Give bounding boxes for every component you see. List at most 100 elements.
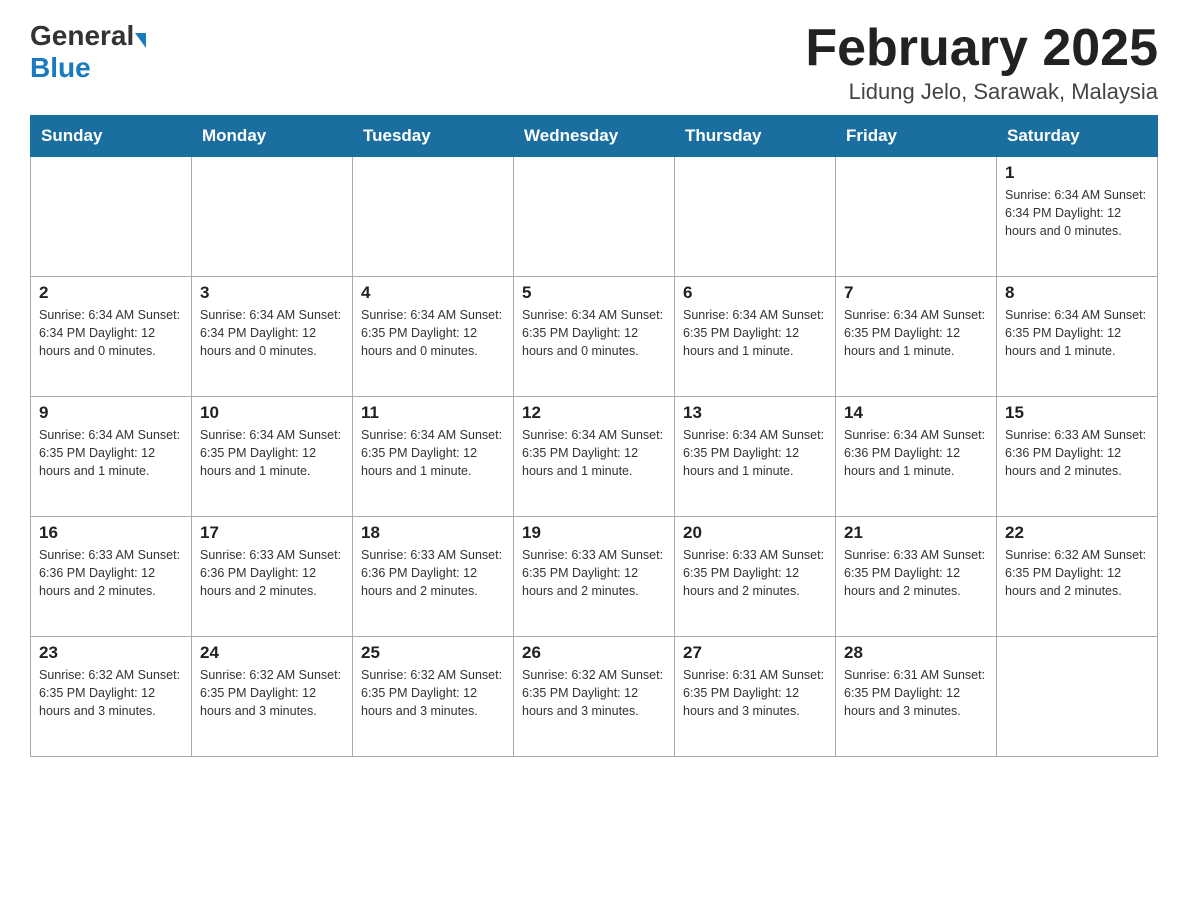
day-number: 1 (1005, 163, 1149, 183)
day-number: 13 (683, 403, 827, 423)
day-info: Sunrise: 6:31 AM Sunset: 6:35 PM Dayligh… (844, 666, 988, 720)
calendar-cell: 7 Sunrise: 6:34 AM Sunset: 6:35 PM Daylig… (836, 277, 997, 397)
weekday-header-friday: Friday (836, 116, 997, 157)
day-number: 16 (39, 523, 183, 543)
day-number: 2 (39, 283, 183, 303)
calendar-cell: 13 Sunrise: 6:34 AM Sunset: 6:35 PM Dayli… (675, 397, 836, 517)
day-info: Sunrise: 6:33 AM Sunset: 6:36 PM Dayligh… (200, 546, 344, 600)
day-number: 21 (844, 523, 988, 543)
calendar-cell (192, 157, 353, 277)
calendar-cell: 12 Sunrise: 6:34 AM Sunset: 6:35 PM Dayli… (514, 397, 675, 517)
calendar-cell (675, 157, 836, 277)
day-number: 17 (200, 523, 344, 543)
day-info: Sunrise: 6:34 AM Sunset: 6:35 PM Dayligh… (361, 426, 505, 480)
day-info: Sunrise: 6:31 AM Sunset: 6:35 PM Dayligh… (683, 666, 827, 720)
day-info: Sunrise: 6:33 AM Sunset: 6:35 PM Dayligh… (844, 546, 988, 600)
day-number: 6 (683, 283, 827, 303)
calendar-cell: 22 Sunrise: 6:32 AM Sunset: 6:35 PM Dayli… (997, 517, 1158, 637)
calendar-cell: 8 Sunrise: 6:34 AM Sunset: 6:35 PM Daylig… (997, 277, 1158, 397)
day-info: Sunrise: 6:32 AM Sunset: 6:35 PM Dayligh… (1005, 546, 1149, 600)
day-number: 4 (361, 283, 505, 303)
day-info: Sunrise: 6:34 AM Sunset: 6:35 PM Dayligh… (1005, 306, 1149, 360)
calendar-cell: 27 Sunrise: 6:31 AM Sunset: 6:35 PM Dayli… (675, 637, 836, 757)
day-info: Sunrise: 6:33 AM Sunset: 6:36 PM Dayligh… (39, 546, 183, 600)
weekday-header-thursday: Thursday (675, 116, 836, 157)
calendar-title: February 2025 (805, 20, 1158, 77)
day-number: 12 (522, 403, 666, 423)
day-info: Sunrise: 6:34 AM Sunset: 6:35 PM Dayligh… (683, 306, 827, 360)
calendar-cell: 25 Sunrise: 6:32 AM Sunset: 6:35 PM Dayli… (353, 637, 514, 757)
logo: General Blue (30, 20, 146, 84)
calendar-cell: 14 Sunrise: 6:34 AM Sunset: 6:36 PM Dayli… (836, 397, 997, 517)
day-info: Sunrise: 6:34 AM Sunset: 6:36 PM Dayligh… (844, 426, 988, 480)
day-info: Sunrise: 6:34 AM Sunset: 6:34 PM Dayligh… (39, 306, 183, 360)
day-info: Sunrise: 6:32 AM Sunset: 6:35 PM Dayligh… (39, 666, 183, 720)
weekday-header-row: SundayMondayTuesdayWednesdayThursdayFrid… (31, 116, 1158, 157)
weekday-header-saturday: Saturday (997, 116, 1158, 157)
day-number: 22 (1005, 523, 1149, 543)
day-number: 25 (361, 643, 505, 663)
day-number: 8 (1005, 283, 1149, 303)
calendar-week-row: 16 Sunrise: 6:33 AM Sunset: 6:36 PM Dayli… (31, 517, 1158, 637)
calendar-cell (836, 157, 997, 277)
weekday-header-monday: Monday (192, 116, 353, 157)
day-info: Sunrise: 6:34 AM Sunset: 6:35 PM Dayligh… (361, 306, 505, 360)
calendar-cell: 18Sunrise: 6:33 AM Sunset: 6:36 PM Dayli… (353, 517, 514, 637)
day-number: 27 (683, 643, 827, 663)
calendar-cell: 5 Sunrise: 6:34 AM Sunset: 6:35 PM Daylig… (514, 277, 675, 397)
calendar-cell: 21 Sunrise: 6:33 AM Sunset: 6:35 PM Dayli… (836, 517, 997, 637)
day-number: 9 (39, 403, 183, 423)
day-info: Sunrise: 6:34 AM Sunset: 6:35 PM Dayligh… (39, 426, 183, 480)
day-info: Sunrise: 6:33 AM Sunset: 6:35 PM Dayligh… (522, 546, 666, 600)
title-block: February 2025 Lidung Jelo, Sarawak, Mala… (805, 20, 1158, 105)
calendar-week-row: 23 Sunrise: 6:32 AM Sunset: 6:35 PM Dayli… (31, 637, 1158, 757)
day-info: Sunrise: 6:34 AM Sunset: 6:34 PM Dayligh… (1005, 186, 1149, 240)
calendar-cell (514, 157, 675, 277)
day-number: 11 (361, 403, 505, 423)
day-info: Sunrise: 6:33 AM Sunset: 6:35 PM Dayligh… (683, 546, 827, 600)
day-info: Sunrise: 6:34 AM Sunset: 6:35 PM Dayligh… (683, 426, 827, 480)
day-number: 28 (844, 643, 988, 663)
day-info: Sunrise: 6:32 AM Sunset: 6:35 PM Dayligh… (361, 666, 505, 720)
calendar-cell: 9 Sunrise: 6:34 AM Sunset: 6:35 PM Daylig… (31, 397, 192, 517)
day-number: 15 (1005, 403, 1149, 423)
calendar-week-row: 9 Sunrise: 6:34 AM Sunset: 6:35 PM Daylig… (31, 397, 1158, 517)
calendar-cell (353, 157, 514, 277)
day-info: Sunrise: 6:34 AM Sunset: 6:35 PM Dayligh… (200, 426, 344, 480)
calendar-cell: 3 Sunrise: 6:34 AM Sunset: 6:34 PM Daylig… (192, 277, 353, 397)
calendar-cell: 6 Sunrise: 6:34 AM Sunset: 6:35 PM Daylig… (675, 277, 836, 397)
calendar-cell (997, 637, 1158, 757)
day-number: 5 (522, 283, 666, 303)
day-info: Sunrise: 6:34 AM Sunset: 6:34 PM Dayligh… (200, 306, 344, 360)
calendar-cell: 20 Sunrise: 6:33 AM Sunset: 6:35 PM Dayli… (675, 517, 836, 637)
logo-blue-text: Blue (30, 52, 91, 83)
day-number: 14 (844, 403, 988, 423)
weekday-header-tuesday: Tuesday (353, 116, 514, 157)
calendar-week-row: 1 Sunrise: 6:34 AM Sunset: 6:34 PM Daylig… (31, 157, 1158, 277)
day-number: 23 (39, 643, 183, 663)
day-number: 20 (683, 523, 827, 543)
day-info: Sunrise: 6:34 AM Sunset: 6:35 PM Dayligh… (844, 306, 988, 360)
logo-general-text: General (30, 20, 134, 52)
day-info: Sunrise: 6:34 AM Sunset: 6:35 PM Dayligh… (522, 306, 666, 360)
weekday-header-sunday: Sunday (31, 116, 192, 157)
calendar-cell: 11 Sunrise: 6:34 AM Sunset: 6:35 PM Dayli… (353, 397, 514, 517)
calendar-cell: 19 Sunrise: 6:33 AM Sunset: 6:35 PM Dayli… (514, 517, 675, 637)
day-info: Sunrise: 6:32 AM Sunset: 6:35 PM Dayligh… (200, 666, 344, 720)
calendar-cell: 17 Sunrise: 6:33 AM Sunset: 6:36 PM Dayli… (192, 517, 353, 637)
weekday-header-wednesday: Wednesday (514, 116, 675, 157)
calendar-cell: 15Sunrise: 6:33 AM Sunset: 6:36 PM Dayli… (997, 397, 1158, 517)
calendar-cell: 23 Sunrise: 6:32 AM Sunset: 6:35 PM Dayli… (31, 637, 192, 757)
calendar-cell: 4 Sunrise: 6:34 AM Sunset: 6:35 PM Daylig… (353, 277, 514, 397)
day-number: 19 (522, 523, 666, 543)
day-info: Sunrise: 6:34 AM Sunset: 6:35 PM Dayligh… (522, 426, 666, 480)
calendar-cell: 26Sunrise: 6:32 AM Sunset: 6:35 PM Dayli… (514, 637, 675, 757)
calendar-subtitle: Lidung Jelo, Sarawak, Malaysia (805, 79, 1158, 105)
page-header: General Blue February 2025 Lidung Jelo, … (30, 20, 1158, 105)
day-number: 3 (200, 283, 344, 303)
day-number: 7 (844, 283, 988, 303)
calendar-cell: 2 Sunrise: 6:34 AM Sunset: 6:34 PM Daylig… (31, 277, 192, 397)
calendar-table: SundayMondayTuesdayWednesdayThursdayFrid… (30, 115, 1158, 757)
day-info: Sunrise: 6:32 AM Sunset: 6:35 PM Dayligh… (522, 666, 666, 720)
calendar-cell: 24Sunrise: 6:32 AM Sunset: 6:35 PM Dayli… (192, 637, 353, 757)
